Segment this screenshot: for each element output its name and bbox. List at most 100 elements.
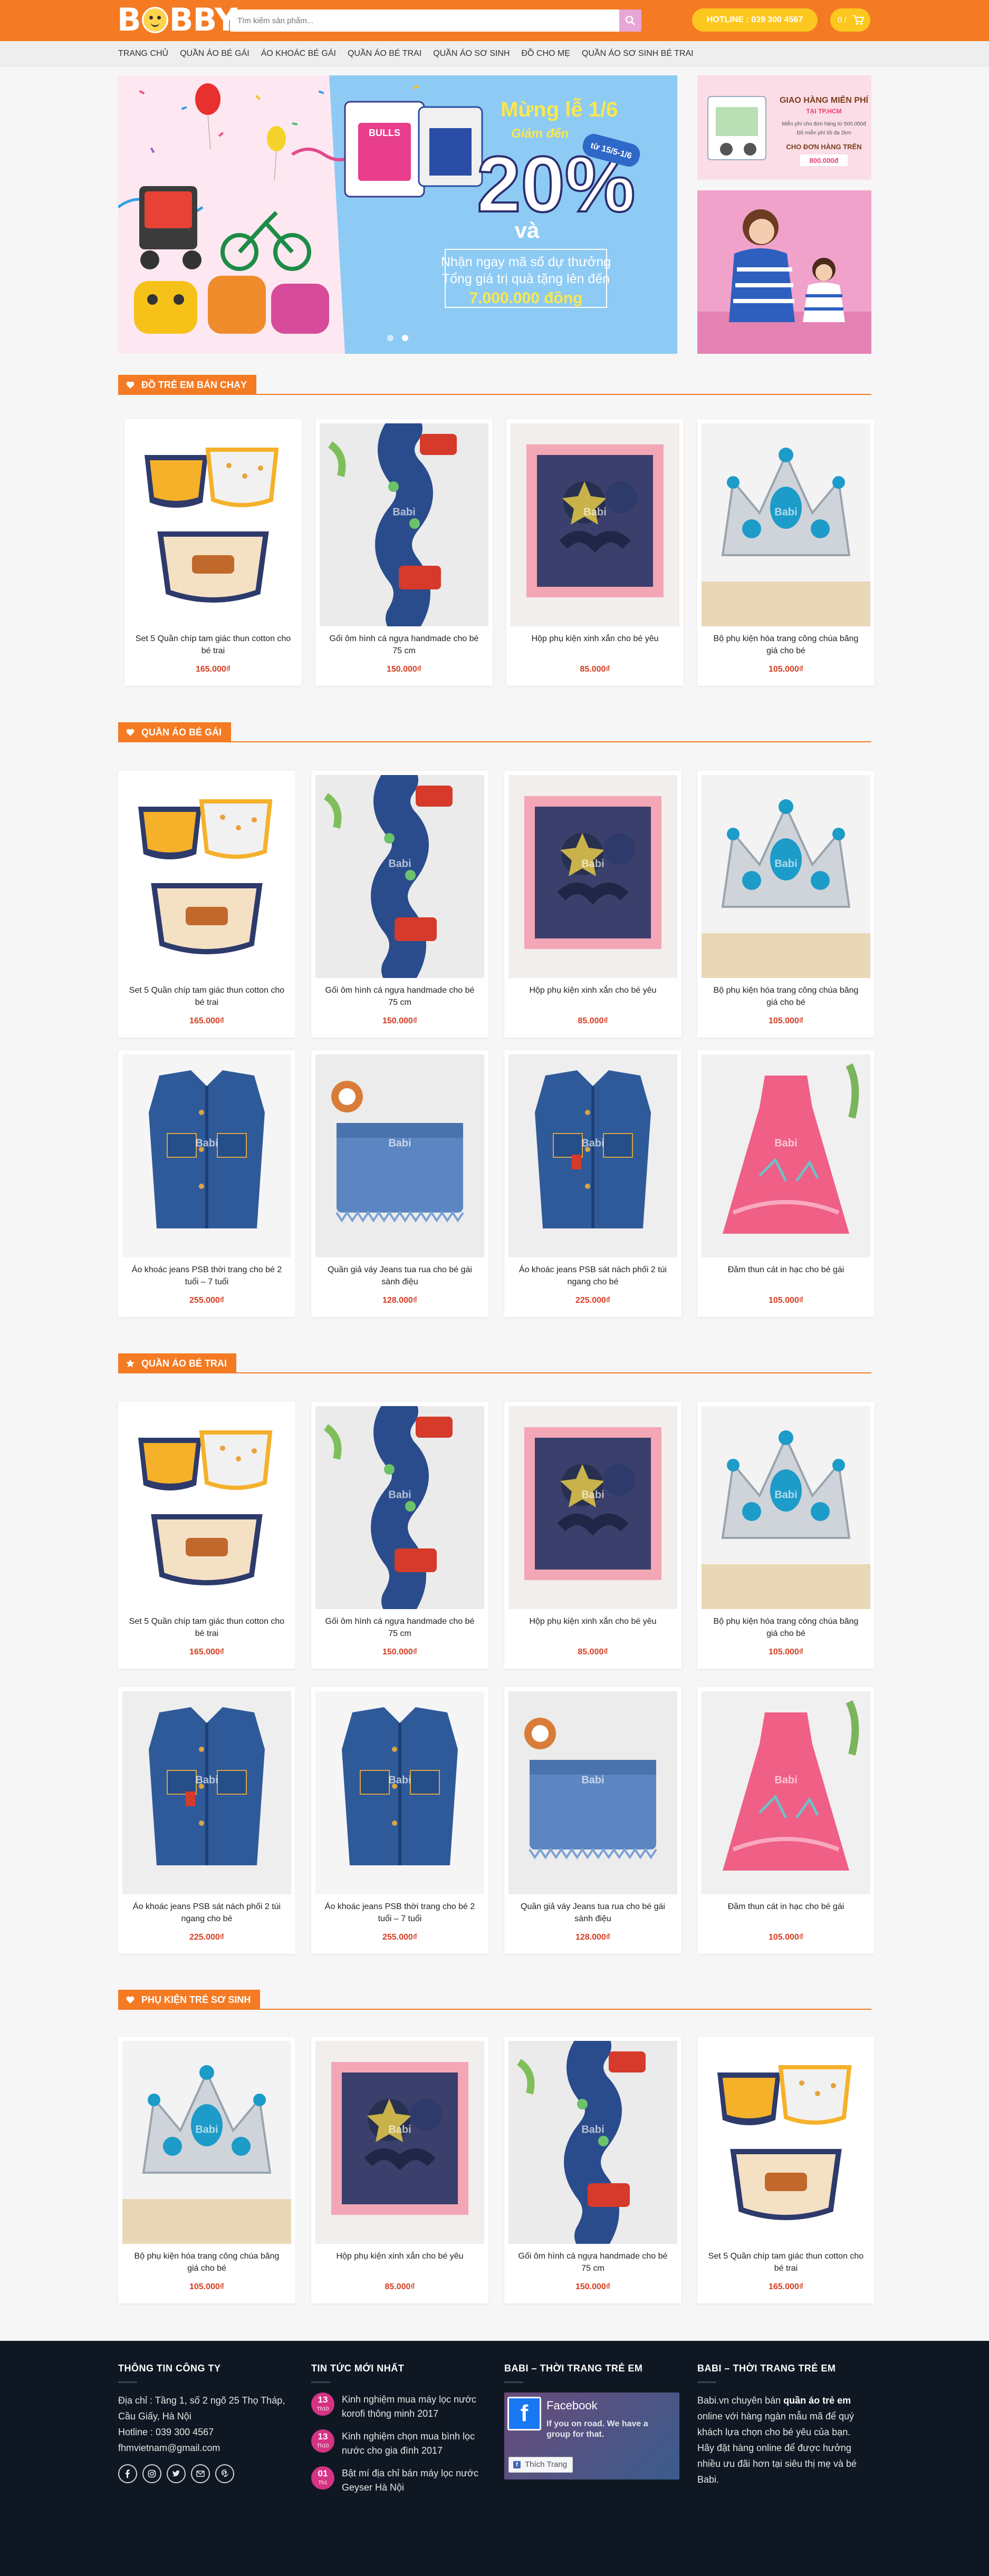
product-name[interactable]: Set 5 Quần chíp tam giác thun cotton cho… bbox=[708, 2250, 864, 2274]
product-image[interactable]: Babi bbox=[702, 1406, 870, 1609]
product-name[interactable]: Bộ phụ kiện hóa trang công chúa băng giá… bbox=[129, 2250, 285, 2274]
nav-item-mom[interactable]: Đồ cho mẹ bbox=[521, 49, 570, 59]
site-logo[interactable]: B BBY bbox=[117, 2, 237, 38]
product-image[interactable]: Babi bbox=[702, 775, 870, 978]
hotline-button[interactable]: HOTLINE : 039 300 4567 bbox=[692, 8, 818, 32]
product-image[interactable]: Babi bbox=[508, 1406, 677, 1609]
product-image[interactable]: Babi bbox=[508, 1691, 677, 1894]
side-banner-shipping[interactable]: GIAO HÀNG MIỄN PHÍ TẠI TP.HCM Miễn phí c… bbox=[697, 75, 871, 180]
product-image[interactable]: Babi bbox=[702, 2041, 870, 2244]
hero-banner[interactable]: BULLS Mừng lễ 1/6 Giảm đến 20% từ 15/5-1… bbox=[118, 75, 677, 354]
news-title[interactable]: Kinh nghiệm chọn mua bình lọc nước cho g… bbox=[342, 2429, 487, 2458]
product-image[interactable]: Babi bbox=[122, 1691, 291, 1894]
news-title[interactable]: Bật mí địa chỉ bán máy lọc nước Geyser H… bbox=[342, 2466, 487, 2495]
news-title[interactable]: Kinh nghiệm mua máy lọc nước korofi thôn… bbox=[342, 2393, 487, 2421]
product-card[interactable]: Babi Đầm thun cát in hạc cho bé gái 105.00… bbox=[697, 1687, 875, 1954]
product-name[interactable]: Set 5 Quần chíp tam giác thun cotton cho… bbox=[135, 633, 291, 657]
product-card[interactable]: Babi Quần giả váy Jeans tua rua cho bé gá… bbox=[504, 1687, 681, 1954]
product-card[interactable]: Babi Áo khoác jeans PSB sát nách phối 2 t… bbox=[118, 1687, 295, 1954]
product-card[interactable]: Babi Hộp phụ kiện xinh xắn cho bé yêu 85.0… bbox=[504, 1402, 681, 1669]
product-image[interactable]: Babi bbox=[702, 423, 870, 626]
product-image[interactable]: Babi bbox=[315, 1691, 484, 1894]
product-card[interactable]: Babi Đầm thun cát in hạc cho bé gái 105.00… bbox=[697, 1050, 875, 1317]
product-image[interactable]: Babi bbox=[129, 423, 297, 626]
news-item[interactable]: 01 Th1 Bật mí địa chỉ bán máy lọc nước Ge… bbox=[311, 2466, 487, 2495]
product-card[interactable]: Babi Hộp phụ kiện xinh xắn cho bé yêu 85.0… bbox=[504, 771, 681, 1038]
product-name[interactable]: Đầm thun cát in hạc cho bé gái bbox=[708, 1901, 864, 1913]
product-card[interactable]: Babi Quần giả váy Jeans tua rua cho bé gá… bbox=[311, 1050, 488, 1317]
product-name[interactable]: Set 5 Quần chíp tam giác thun cotton cho… bbox=[129, 984, 285, 1009]
product-name[interactable]: Bộ phụ kiện hóa trang công chúa băng giá… bbox=[708, 1615, 864, 1640]
product-image[interactable]: Babi bbox=[315, 1406, 484, 1609]
section-title-tab[interactable]: Quần áo bé trai bbox=[118, 1353, 236, 1373]
twitter-icon[interactable] bbox=[167, 2464, 186, 2483]
product-card[interactable]: Babi Áo khoác jeans PSB sát nách phối 2 t… bbox=[504, 1050, 681, 1317]
product-image[interactable]: Babi bbox=[122, 775, 291, 978]
product-name[interactable]: Hộp phụ kiện xinh xắn cho bé yêu bbox=[322, 2250, 478, 2262]
product-card[interactable]: Babi Hộp phụ kiện xinh xắn cho bé yêu 85.0… bbox=[311, 2037, 488, 2303]
product-name[interactable]: Hộp phụ kiện xinh xắn cho bé yêu bbox=[515, 984, 671, 996]
product-image[interactable]: Babi bbox=[511, 423, 679, 626]
product-name[interactable]: Set 5 Quần chíp tam giác thun cotton cho… bbox=[129, 1615, 285, 1640]
product-name[interactable]: Gối ôm hình cá ngựa handmade cho bé 75 c… bbox=[515, 2250, 671, 2274]
product-card[interactable]: Babi Gối ôm hình cá ngựa handmade cho bé … bbox=[315, 419, 493, 686]
product-image[interactable]: Babi bbox=[122, 1406, 291, 1609]
section-title-tab[interactable]: Quần áo bé gái bbox=[118, 722, 232, 742]
product-image[interactable]: Babi bbox=[315, 1054, 484, 1257]
product-name[interactable]: Quần giả váy Jeans tua rua cho bé gái sà… bbox=[322, 1264, 478, 1288]
product-name[interactable]: Gối ôm hình cá ngựa handmade cho bé 75 c… bbox=[326, 633, 482, 657]
product-card[interactable]: Babi Set 5 Quần chíp tam giác thun cotton… bbox=[697, 2037, 875, 2303]
news-item[interactable]: 13 Th10 Kinh nghiệm mua máy lọc nước koro… bbox=[311, 2393, 487, 2421]
product-card[interactable]: Babi Set 5 Quần chíp tam giác thun cotton… bbox=[118, 1402, 295, 1669]
product-image[interactable]: Babi bbox=[320, 423, 488, 626]
product-image[interactable]: Babi bbox=[122, 1054, 291, 1257]
search-input[interactable] bbox=[230, 9, 619, 32]
product-image[interactable]: Babi bbox=[702, 1691, 870, 1894]
footer-email[interactable]: fhmvietnam@gmail.com bbox=[118, 2440, 294, 2456]
product-name[interactable]: Bộ phụ kiện hóa trang công chúa băng giá… bbox=[708, 984, 864, 1009]
facebook-page-widget[interactable]: f Facebook If you on road. We have a gro… bbox=[504, 2393, 679, 2480]
product-card[interactable]: Babi Bộ phụ kiện hóa trang công chúa băng… bbox=[697, 1402, 875, 1669]
nav-item-newborn[interactable]: Quần áo sơ sinh bbox=[433, 49, 510, 59]
product-image[interactable]: Babi bbox=[508, 775, 677, 978]
product-image[interactable]: Babi bbox=[122, 2041, 291, 2244]
pinterest-icon[interactable] bbox=[215, 2464, 234, 2483]
search-button[interactable] bbox=[619, 9, 641, 32]
product-image[interactable]: Babi bbox=[315, 775, 484, 978]
product-name[interactable]: Hộp phụ kiện xinh xắn cho bé yêu bbox=[517, 633, 673, 645]
product-name[interactable]: Quần giả váy Jeans tua rua cho bé gái sà… bbox=[515, 1901, 671, 1925]
product-card[interactable]: Babi Gối ôm hình cá ngựa handmade cho bé … bbox=[311, 771, 488, 1038]
facebook-icon[interactable] bbox=[118, 2464, 137, 2483]
section-title-tab[interactable]: Phụ kiện trẻ sơ sinh bbox=[118, 1990, 261, 2010]
cart-button[interactable]: 0 / bbox=[830, 8, 870, 32]
product-name[interactable]: Áo khoác jeans PSB thời trang cho bé 2 t… bbox=[322, 1901, 478, 1925]
product-name[interactable]: Bộ phụ kiện hóa trang công chúa băng giá… bbox=[708, 633, 864, 657]
product-image[interactable]: Babi bbox=[508, 1054, 677, 1257]
product-card[interactable]: Babi Áo khoác jeans PSB thời trang cho bé… bbox=[311, 1687, 488, 1954]
product-card[interactable]: Babi Gối ôm hình cá ngựa handmade cho bé … bbox=[504, 2037, 681, 2303]
product-name[interactable]: Đầm thun cát in hạc cho bé gái bbox=[708, 1264, 864, 1276]
side-banner-mom-child[interactable] bbox=[697, 190, 871, 354]
fb-like-button[interactable]: f Thích Trang bbox=[508, 2457, 573, 2473]
product-image[interactable]: Babi bbox=[508, 2041, 677, 2244]
news-item[interactable]: 13 Th10 Kinh nghiệm chọn mua bình lọc nướ… bbox=[311, 2429, 487, 2458]
product-card[interactable]: Babi Set 5 Quần chíp tam giác thun cotton… bbox=[124, 419, 302, 686]
nav-item-home[interactable]: Trang chủ bbox=[118, 49, 168, 59]
product-image[interactable]: Babi bbox=[315, 2041, 484, 2244]
product-name[interactable]: Hộp phụ kiện xinh xắn cho bé yêu bbox=[515, 1615, 671, 1628]
nav-item-boys-clothes[interactable]: Quần áo bé trai bbox=[348, 49, 421, 59]
nav-item-newborn-boys[interactable]: Quần áo sơ sinh bé trai bbox=[582, 49, 694, 59]
email-icon[interactable] bbox=[191, 2464, 210, 2483]
product-name[interactable]: Gối ôm hình cá ngựa handmade cho bé 75 c… bbox=[322, 1615, 478, 1640]
product-card[interactable]: Babi Hộp phụ kiện xinh xắn cho bé yêu 85.0… bbox=[506, 419, 684, 686]
product-name[interactable]: Áo khoác jeans PSB sát nách phối 2 túi n… bbox=[515, 1264, 671, 1288]
product-name[interactable]: Áo khoác jeans PSB thời trang cho bé 2 t… bbox=[129, 1264, 285, 1288]
product-card[interactable]: Babi Bộ phụ kiện hóa trang công chúa băng… bbox=[697, 771, 875, 1038]
product-name[interactable]: Áo khoác jeans PSB sát nách phối 2 túi n… bbox=[129, 1901, 285, 1925]
product-card[interactable]: Babi Bộ phụ kiện hóa trang công chúa băng… bbox=[697, 419, 875, 686]
nav-item-girls-clothes[interactable]: Quần áo bé gái bbox=[180, 49, 249, 59]
product-name[interactable]: Gối ôm hình cá ngựa handmade cho bé 75 c… bbox=[322, 984, 478, 1009]
product-image[interactable]: Babi bbox=[702, 1054, 870, 1257]
product-card[interactable]: Babi Gối ôm hình cá ngựa handmade cho bé … bbox=[311, 1402, 488, 1669]
nav-item-girls-jackets[interactable]: Áo khoác bé gái bbox=[261, 49, 336, 59]
